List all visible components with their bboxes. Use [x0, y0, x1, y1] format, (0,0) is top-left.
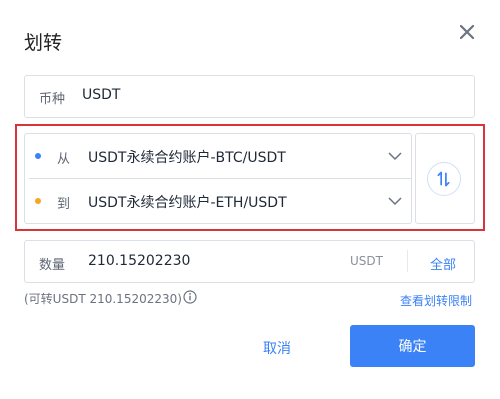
currency-value: USDT	[82, 87, 121, 103]
all-button[interactable]: 全部	[430, 254, 456, 273]
dialog-title: 划转	[24, 32, 63, 54]
amount-label: 数量	[39, 258, 66, 273]
currency-label: 币种	[39, 92, 66, 107]
transfer-limit-link[interactable]: 查看划转限制	[400, 292, 472, 309]
info-icon[interactable]	[183, 290, 197, 304]
highlight-frame	[15, 124, 485, 231]
available-text: (可转USDT 210.15202230)	[24, 292, 182, 306]
currency-field[interactable]: 币种 USDT	[24, 75, 475, 118]
close-icon[interactable]	[455, 20, 479, 44]
amount-separator	[407, 250, 408, 272]
confirm-button[interactable]: 确定	[350, 325, 475, 367]
cancel-button[interactable]: 取消	[238, 333, 316, 363]
amount-input[interactable]: 210.15202230	[88, 253, 190, 269]
amount-unit: USDT	[350, 254, 383, 268]
